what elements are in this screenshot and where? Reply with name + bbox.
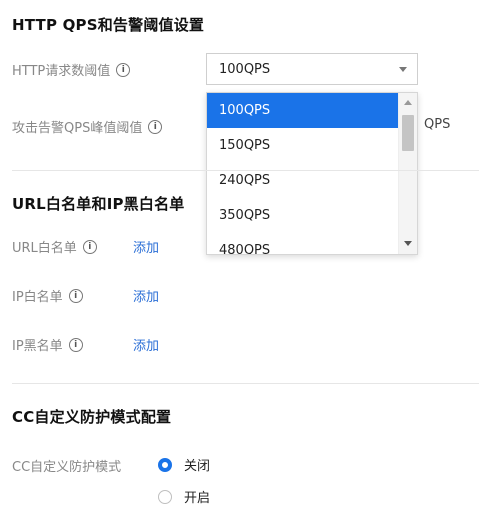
- info-icon[interactable]: i: [116, 62, 131, 77]
- attack-threshold-label: 攻击告警QPS峰值阈值 i: [12, 117, 163, 136]
- cc-mode-option-off-label: 关闭: [184, 459, 211, 474]
- qps-section-title: HTTP QPS和告警阈值设置: [12, 16, 205, 34]
- url-whitelist-label: URL白名单 i: [12, 237, 97, 256]
- http-threshold-label: HTTP请求数阈值 i: [12, 60, 131, 79]
- threshold-option-350[interactable]: 350QPS: [207, 198, 399, 233]
- url-whitelist-add-link[interactable]: 添加: [133, 237, 159, 256]
- chevron-down-icon: [399, 67, 407, 72]
- radio-checked-icon[interactable]: [158, 457, 172, 472]
- threshold-option-150[interactable]: 150QPS: [207, 128, 399, 163]
- divider: [12, 383, 479, 384]
- info-icon[interactable]: i: [148, 119, 163, 134]
- threshold-option-list: 100QPS 150QPS 240QPS 350QPS 480QPS: [207, 93, 399, 254]
- ip-blacklist-text: IP黑名单: [12, 339, 63, 354]
- cc-mode-option-on[interactable]: 开启: [158, 487, 210, 506]
- cc-mode-label: CC自定义防护模式: [12, 456, 121, 475]
- scroll-thumb[interactable]: [402, 115, 414, 151]
- http-threshold-select-value: 100QPS: [219, 61, 271, 77]
- url-whitelist-text: URL白名单: [12, 241, 77, 256]
- attack-threshold-unit: QPS: [424, 117, 451, 132]
- http-threshold-select[interactable]: 100QPS: [206, 53, 418, 85]
- cc-mode-option-off[interactable]: 关闭: [158, 455, 210, 474]
- threshold-option-100[interactable]: 100QPS: [207, 93, 399, 128]
- dropdown-scrollbar[interactable]: [398, 93, 417, 254]
- threshold-option-240[interactable]: 240QPS: [207, 163, 399, 198]
- divider: [12, 170, 479, 171]
- ip-whitelist-text: IP白名单: [12, 290, 63, 305]
- ip-blacklist-add-link[interactable]: 添加: [133, 335, 159, 354]
- list-section-title: URL白名单和IP黑白名单: [12, 195, 185, 213]
- cc-section-title: CC自定义防护模式配置: [12, 408, 172, 426]
- scroll-up-icon[interactable]: [404, 100, 412, 105]
- cc-mode-text: CC自定义防护模式: [12, 460, 122, 475]
- scroll-down-icon[interactable]: [404, 241, 412, 246]
- radio-unchecked-icon[interactable]: [158, 489, 172, 504]
- ip-whitelist-label: IP白名单 i: [12, 286, 83, 305]
- info-icon[interactable]: i: [68, 337, 83, 352]
- ip-blacklist-label: IP黑名单 i: [12, 335, 83, 354]
- ip-whitelist-add-link[interactable]: 添加: [133, 286, 159, 305]
- http-threshold-text: HTTP请求数阈值: [12, 64, 111, 79]
- cc-mode-option-on-label: 开启: [184, 491, 211, 506]
- threshold-dropdown[interactable]: 100QPS 150QPS 240QPS 350QPS 480QPS: [206, 92, 418, 255]
- threshold-option-480[interactable]: 480QPS: [207, 233, 399, 254]
- info-icon[interactable]: i: [82, 239, 97, 254]
- attack-threshold-text: 攻击告警QPS峰值阈值: [12, 121, 143, 136]
- info-icon[interactable]: i: [68, 288, 83, 303]
